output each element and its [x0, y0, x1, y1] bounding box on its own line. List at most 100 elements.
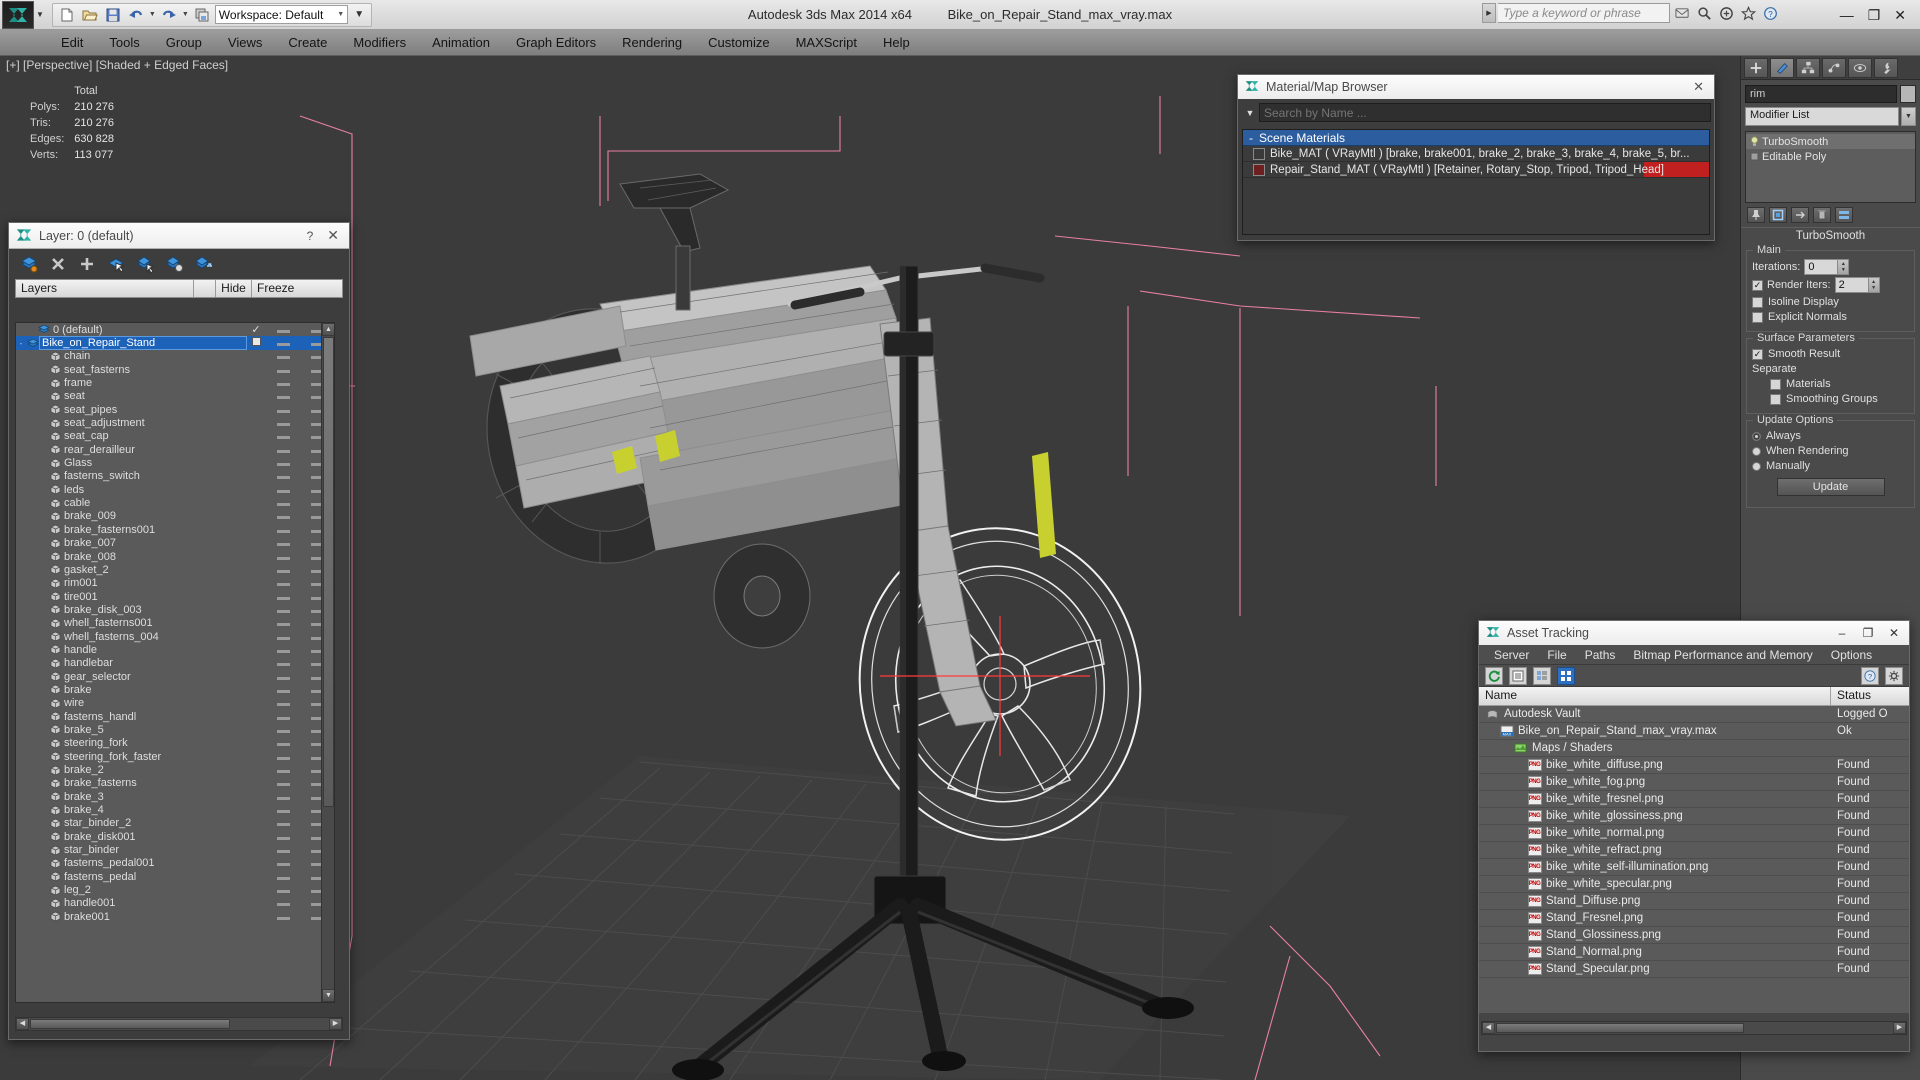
smooth-result-checkbox[interactable]: ✓ — [1752, 348, 1763, 360]
asset-row[interactable]: PNG bike_white_fog.png Found — [1479, 774, 1909, 791]
settings-icon[interactable] — [1885, 666, 1903, 685]
menu-maxscript[interactable]: MAXScript — [783, 30, 870, 56]
update-manually-row[interactable]: Manually — [1752, 460, 1909, 472]
hide-toggle[interactable] — [266, 617, 300, 629]
object-row[interactable]: brake001 — [16, 910, 334, 923]
object-row[interactable]: fasterns_handl — [16, 710, 334, 723]
asset-row[interactable]: PNG Stand_Diffuse.png Found — [1479, 893, 1909, 910]
explicit-normals-row[interactable]: Explicit Normals — [1752, 311, 1909, 323]
asset-row[interactable]: PNG bike_white_specular.png Found — [1479, 876, 1909, 893]
select-highlighted-objects-icon[interactable] — [135, 254, 155, 274]
modifier-stack[interactable]: TurboSmooth Editable Poly — [1745, 131, 1916, 203]
asset-row[interactable]: Autodesk Vault Logged O — [1479, 706, 1909, 723]
object-row[interactable]: brake_fasterns001 — [16, 523, 334, 536]
column-layers[interactable]: Layers — [16, 280, 194, 297]
asset-horizontal-scrollbar[interactable]: ◀ ▶ — [1481, 1021, 1907, 1035]
asset-row[interactable]: PNG Stand_Fresnel.png Found — [1479, 910, 1909, 927]
app-logo-button[interactable] — [2, 0, 34, 29]
hide-toggle[interactable] — [266, 884, 300, 896]
material-item-repair-stand-mat[interactable]: Repair_Stand_MAT ( VRayMtl ) [Retainer, … — [1243, 162, 1709, 178]
object-row[interactable]: brake_007 — [16, 537, 334, 550]
hide-toggle[interactable] — [266, 591, 300, 603]
show-end-result-icon[interactable] — [1769, 207, 1787, 223]
object-row[interactable]: star_binder_2 — [16, 817, 334, 830]
iterations-spinner[interactable]: ▲▼ — [1804, 259, 1850, 275]
menu-help[interactable]: Help — [870, 30, 923, 56]
scroll-left-icon[interactable]: ◀ — [16, 1018, 29, 1030]
thumbnail-view-icon[interactable] — [1557, 666, 1575, 685]
collapse-icon[interactable]: - — [1249, 131, 1253, 145]
menu-edit[interactable]: Edit — [48, 30, 96, 56]
object-row[interactable]: handle — [16, 643, 334, 656]
scene-materials-group-header[interactable]: - Scene Materials — [1243, 130, 1709, 146]
hide-toggle[interactable] — [266, 804, 300, 816]
highlight-selected-objects-icon[interactable] — [164, 254, 184, 274]
object-row[interactable]: rim001 — [16, 577, 334, 590]
list-view-icon[interactable] — [1509, 666, 1527, 685]
layer-manager-dialog[interactable]: Layer: 0 (default) ? ✕ Layers Hide Freez… — [8, 222, 350, 1040]
object-row[interactable]: handle001 — [16, 897, 334, 910]
object-row[interactable]: seat_fasterns — [16, 363, 334, 376]
scroll-right-icon[interactable]: ▶ — [329, 1018, 342, 1030]
object-row[interactable]: whell_fasterns001 — [16, 617, 334, 630]
object-row[interactable]: brake_008 — [16, 550, 334, 563]
menu-views[interactable]: Views — [215, 30, 275, 56]
asset-row[interactable]: PNG Stand_Specular.png Found — [1479, 961, 1909, 978]
project-folder-icon[interactable] — [192, 5, 212, 25]
hide-toggle[interactable] — [266, 777, 300, 789]
asset-menu-bitmap-performance[interactable]: Bitmap Performance and Memory — [1624, 645, 1821, 665]
render-iters-spinner[interactable]: ▲▼ — [1834, 277, 1880, 293]
hscroll-thumb[interactable] — [1496, 1023, 1744, 1033]
help-icon[interactable]: ? — [1861, 666, 1879, 685]
configure-modifier-sets-icon[interactable] — [1835, 207, 1853, 223]
maximize-button[interactable]: ❐ — [1868, 8, 1881, 22]
layer-list-vertical-scrollbar[interactable]: ▲ ▼ — [321, 323, 334, 1002]
hide-toggle[interactable] — [266, 897, 300, 909]
hide-toggle[interactable] — [266, 577, 300, 589]
layer-row[interactable]: 0 (default) ✓ — [16, 323, 334, 336]
scroll-up-icon[interactable]: ▲ — [322, 323, 334, 336]
hide-toggle[interactable] — [266, 564, 300, 576]
hide-toggle[interactable] — [266, 684, 300, 696]
hide-toggle[interactable] — [266, 470, 300, 482]
hide-toggle[interactable] — [266, 831, 300, 843]
object-row[interactable]: star_binder — [16, 843, 334, 856]
spinner-arrows-icon[interactable]: ▲ ▼ — [1868, 277, 1880, 293]
hide-toggle[interactable] — [266, 350, 300, 362]
object-row[interactable]: fasterns_switch — [16, 470, 334, 483]
hide-toggle[interactable] — [266, 364, 300, 376]
object-row[interactable]: brake_009 — [16, 510, 334, 523]
menu-modifiers[interactable]: Modifiers — [340, 30, 419, 56]
modifier-list-dropdown[interactable]: Modifier List — [1745, 107, 1899, 126]
object-row[interactable]: brake_disk001 — [16, 830, 334, 843]
hide-toggle[interactable] — [266, 871, 300, 883]
infocenter-expand-icon[interactable]: ▶ — [1482, 3, 1496, 23]
menu-create[interactable]: Create — [275, 30, 340, 56]
layer-list[interactable]: 0 (default) ✓ - Bike_on_Repair_Stand chain se… — [15, 322, 335, 1003]
object-row[interactable]: fasterns_pedal — [16, 870, 334, 883]
menu-rendering[interactable]: Rendering — [609, 30, 695, 56]
hide-toggle[interactable] — [266, 657, 300, 669]
asset-menu-options[interactable]: Options — [1822, 645, 1881, 665]
material-list[interactable]: - Scene Materials Bike_MAT ( VRayMtl ) [… — [1242, 129, 1710, 235]
asset-close-button[interactable]: ✕ — [1881, 622, 1907, 644]
infocenter-search-input[interactable]: Type a keyword or phrase — [1498, 3, 1670, 23]
hide-toggle[interactable] — [266, 711, 300, 723]
scroll-right-icon[interactable]: ▶ — [1893, 1022, 1906, 1034]
update-when-rendering-radio[interactable] — [1752, 446, 1761, 456]
hide-toggle[interactable] — [266, 537, 300, 549]
layer-dialog-close-button[interactable]: ✕ — [321, 227, 345, 244]
redo-dropdown-icon[interactable]: ▼ — [182, 11, 189, 18]
hide-toggle[interactable] — [266, 737, 300, 749]
chevron-down-icon[interactable]: ▼ — [1241, 108, 1259, 118]
help-icon[interactable]: ? — [1760, 3, 1780, 23]
create-tab[interactable] — [1744, 57, 1768, 78]
column-onoff[interactable] — [194, 280, 216, 297]
hide-unhide-layer-icon[interactable] — [193, 254, 213, 274]
layer-dialog-help-button[interactable]: ? — [299, 229, 322, 243]
hide-toggle[interactable] — [266, 337, 300, 349]
smoothing-groups-checkbox[interactable] — [1770, 393, 1781, 405]
asset-row[interactable]: PNG bike_white_refract.png Found — [1479, 842, 1909, 859]
scroll-down-icon[interactable]: ▼ — [322, 989, 334, 1002]
render-iters-input[interactable] — [1834, 277, 1869, 293]
